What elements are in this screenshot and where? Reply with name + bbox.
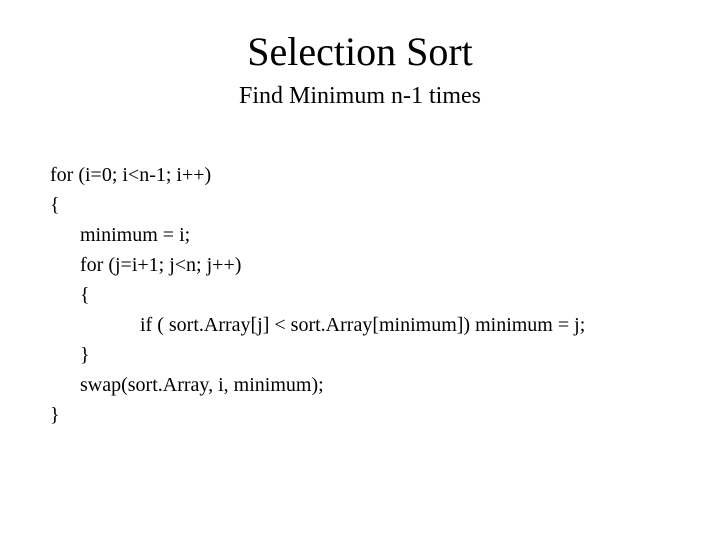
slide-container: Selection Sort Find Minimum n-1 times fo…	[0, 0, 720, 540]
slide-title: Selection Sort	[50, 28, 670, 75]
code-line: }	[50, 400, 670, 430]
code-line: {	[50, 190, 670, 220]
slide-subtitle: Find Minimum n-1 times	[50, 83, 670, 110]
code-line: minimum = i;	[50, 220, 670, 250]
code-line: swap(sort.Array, i, minimum);	[50, 370, 670, 400]
code-line: for (j=i+1; j<n; j++)	[50, 250, 670, 280]
code-line: {	[50, 280, 670, 310]
code-block: for (i=0; i<n-1; i++) { minimum = i; for…	[50, 160, 670, 430]
code-line: for (i=0; i<n-1; i++)	[50, 160, 670, 190]
code-line: if ( sort.Array[j] < sort.Array[minimum]…	[50, 310, 670, 340]
code-line: }	[50, 340, 670, 370]
